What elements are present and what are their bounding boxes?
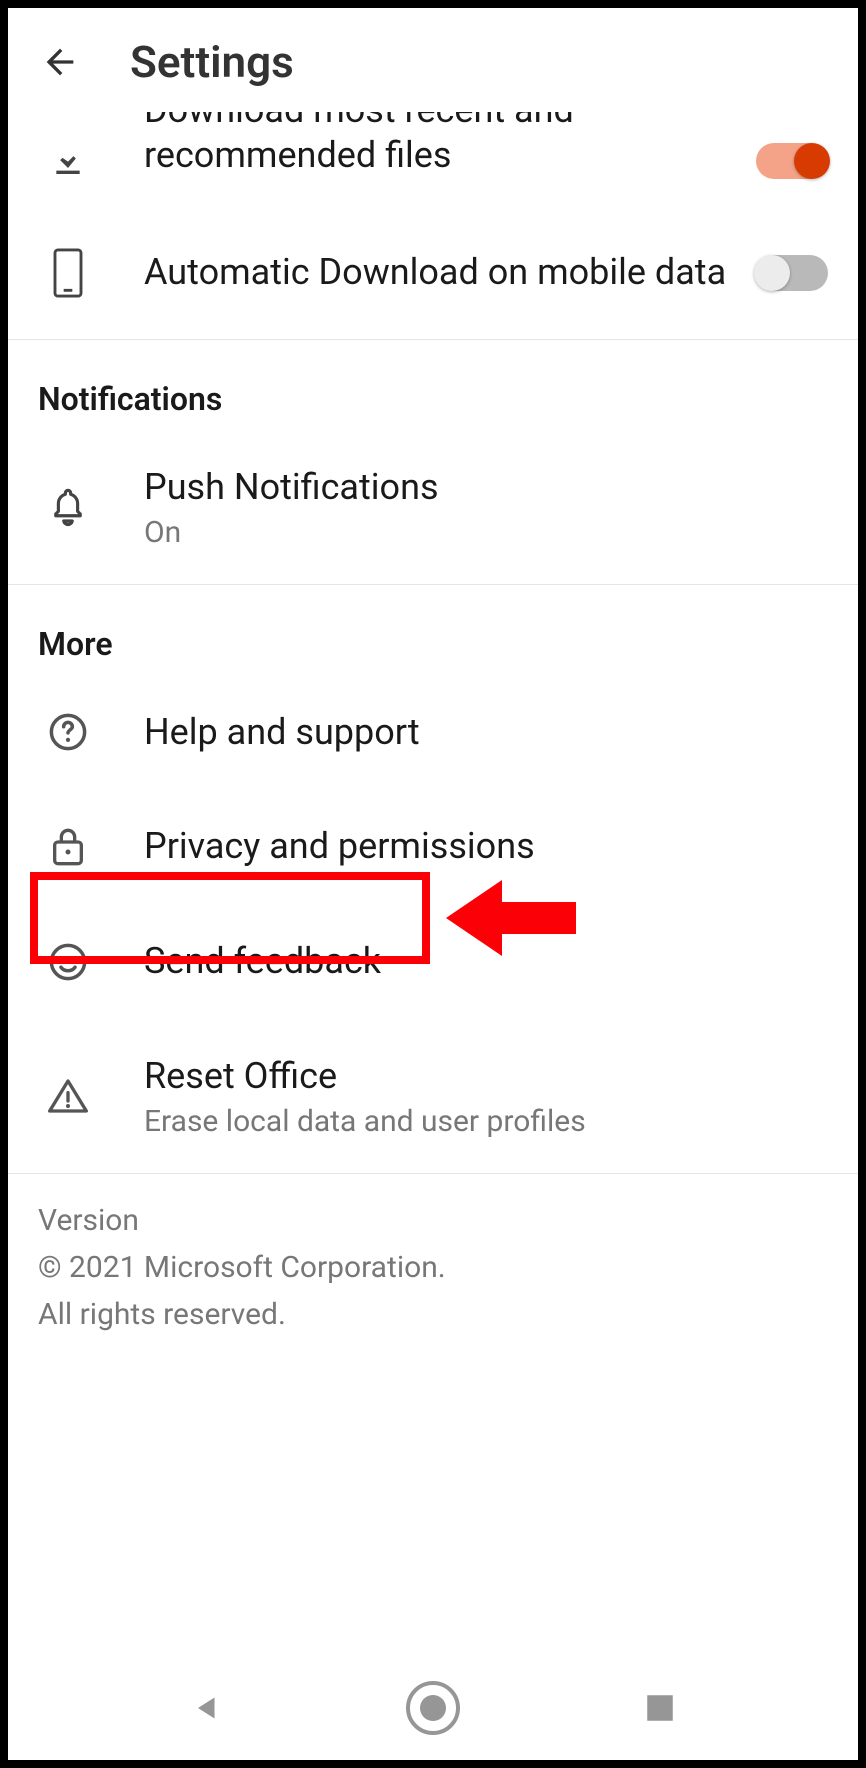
android-navbar (8, 1656, 858, 1760)
version-label: Version (38, 1198, 828, 1243)
reset-sub: Erase local data and user profiles (144, 1104, 828, 1139)
nav-back-button[interactable] (179, 1680, 235, 1736)
circle-home-icon (405, 1680, 461, 1736)
back-button[interactable] (38, 40, 82, 84)
privacy-label: Privacy and permissions (144, 823, 828, 870)
download-mobile-label: Automatic Download on mobile data (144, 249, 736, 296)
smile-icon (47, 941, 89, 983)
nav-recents-button[interactable] (632, 1680, 688, 1736)
content-area: Download most recent and recommended fil… (8, 112, 858, 1656)
download-recent-label-2: recommended files (144, 132, 736, 179)
help-icon (47, 711, 89, 753)
footer-text: Version © 2021 Microsoft Corporation. Al… (8, 1174, 858, 1349)
download-mobile-row[interactable]: Automatic Download on mobile data (8, 207, 858, 339)
nav-home-button[interactable] (405, 1680, 461, 1736)
reset-label: Reset Office (144, 1053, 828, 1100)
copyright-label: © 2021 Microsoft Corporation. (38, 1245, 828, 1290)
download-mobile-toggle[interactable] (756, 255, 828, 291)
bell-icon (47, 486, 89, 528)
phone-icon (50, 247, 86, 299)
triangle-back-icon (189, 1690, 225, 1726)
lock-icon (48, 825, 88, 869)
push-label: Push Notifications (144, 464, 828, 511)
download-recent-row[interactable]: Download most recent and recommended fil… (8, 112, 858, 207)
privacy-row[interactable]: Privacy and permissions (8, 789, 858, 904)
reset-office-row[interactable]: Reset Office Erase local data and user p… (8, 1019, 858, 1173)
help-support-row[interactable]: Help and support (8, 675, 858, 790)
warning-icon (46, 1076, 90, 1116)
section-more: More (8, 585, 858, 675)
arrow-left-icon (40, 42, 80, 82)
push-notifications-row[interactable]: Push Notifications On (8, 430, 858, 584)
page-title: Settings (130, 36, 294, 88)
rights-label: All rights reserved. (38, 1292, 828, 1337)
section-notifications: Notifications (8, 340, 858, 430)
feedback-label: Send feedback (144, 938, 828, 985)
header: Settings (8, 8, 858, 112)
feedback-row[interactable]: Send feedback (8, 904, 858, 1019)
download-icon (48, 139, 88, 179)
download-recent-label-1: Download most recent and (144, 112, 574, 126)
square-recents-icon (643, 1691, 677, 1725)
download-recent-toggle[interactable] (756, 143, 828, 179)
push-value: On (144, 515, 828, 550)
help-label: Help and support (144, 709, 828, 756)
